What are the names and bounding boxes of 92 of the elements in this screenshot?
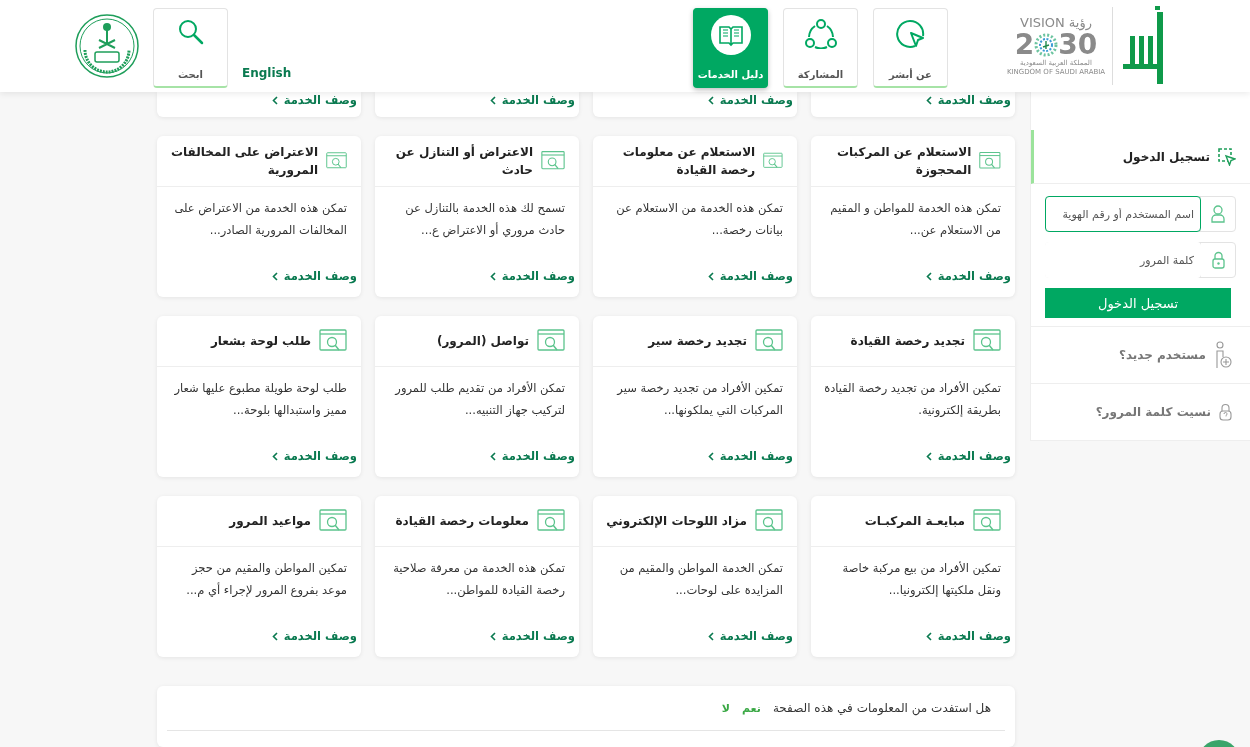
chevron-icon	[707, 95, 714, 105]
service-description-link[interactable]: وصف الخدمة	[925, 269, 1015, 297]
card-title: طلب لوحة بشعار	[210, 333, 311, 350]
login-title: تسجيل الدخول	[1122, 149, 1210, 164]
service-description-link[interactable]: وصف الخدمة	[271, 449, 361, 477]
card-title: معلومات رخصة القيادة	[395, 513, 529, 530]
service-search-icon	[755, 509, 783, 533]
service-search-icon	[537, 509, 565, 533]
cursor-select-icon	[1218, 147, 1236, 166]
chevron-icon	[707, 271, 714, 281]
chevron-icon	[271, 451, 278, 461]
login-field[interactable]: كلمة المرور	[1045, 242, 1236, 278]
card-description: تمكن الأفراد من تقديم طلب للمرور لتركيب جهاز التنبيه...	[393, 380, 566, 419]
book-icon	[710, 15, 751, 55]
chevron-icon	[271, 631, 278, 641]
chevron-icon	[489, 95, 496, 105]
share-nodes-icon	[804, 19, 837, 49]
card-description: طلب لوحة طويلة مطبوع عليها شعار مميز واستبدالها بلوحة...	[173, 380, 348, 419]
vision-year-text: 2	[1014, 31, 1035, 59]
chevron-icon	[489, 451, 496, 461]
service-description-link[interactable]: وصف الخدمة	[271, 269, 361, 297]
chevron-icon	[707, 631, 714, 641]
card-description: تمكن هذه الخدمة من الاعتراض على المخالفات المرورية الصادر...	[173, 200, 348, 239]
card-title: تجديد رخصة القيادة	[850, 333, 965, 350]
service-description-link[interactable]: وصف الخدمة	[707, 93, 797, 107]
card-description: تمكين الأفراد من تجديد رخصة سير المركبات التي يملكونها...	[615, 380, 784, 419]
chevron-icon	[271, 95, 278, 105]
feedback-question: هل استفدت من المعلومات في هذه الصفحة	[772, 701, 991, 715]
vision-logo-text: VISION	[1020, 15, 1065, 31]
service-description-link[interactable]: وصف الخدمة	[707, 269, 797, 297]
card-title: تجديد رخصة سير	[648, 333, 747, 350]
language-link[interactable]: English	[242, 66, 292, 80]
card-title: مبايعـة المركبـات	[864, 513, 965, 530]
service-search-icon	[973, 509, 1001, 533]
service-description-link[interactable]: وصف الخدمة	[271, 629, 361, 657]
vision-emblem-icon	[1034, 33, 1059, 57]
service-description-link[interactable]: وصف الخدمة	[489, 449, 579, 477]
lock-question-icon	[1219, 403, 1232, 421]
chevron-icon	[925, 271, 932, 281]
service-description-link[interactable]: وصف الخدمة	[271, 93, 361, 107]
card-description: تسمح لك هذه الخدمة بالتنازل عن حادث مروري أو الاعتراض ع...	[404, 200, 566, 240]
nav-tab[interactable]: المشاركة	[783, 8, 858, 88]
service-description-link[interactable]: وصف الخدمة	[707, 449, 797, 477]
card-description: تمكن هذه الخدمة للمواطن و المقيم من الاستعلام عن...	[829, 200, 1002, 239]
chevron-icon	[925, 95, 932, 105]
nav-tab[interactable]: دليل الخدمات	[693, 8, 768, 88]
account-link[interactable]: مستخدم جديد؟	[1031, 327, 1250, 384]
chevron-icon	[707, 451, 714, 461]
card-description: تمكين المواطن والمقيم من حجز موعد بفروع المرور لإجراء أي م...	[185, 560, 348, 599]
card-title: مزاد اللوحات الإلكتروني	[606, 513, 747, 530]
card-description: تمكين الأفراد من تجديد رخصة القيادة بطريقة إلكترونية.	[823, 380, 1002, 419]
service-description-link[interactable]: وصف الخدمة	[489, 269, 579, 297]
account-link[interactable]: نسيت كلمة المرور؟	[1031, 384, 1250, 441]
card-description: تمكن الخدمة المواطن والمقيم من المزايدة على لوحات...	[618, 560, 784, 599]
service-search-icon	[537, 329, 565, 353]
chevron-icon	[925, 451, 932, 461]
service-search-icon	[319, 509, 347, 533]
chevron-icon	[489, 631, 496, 641]
service-description-link[interactable]: وصف الخدمة	[925, 93, 1015, 107]
service-description-link[interactable]: وصف الخدمة	[925, 629, 1015, 657]
card-title: تواصل (المرور)	[436, 333, 529, 350]
service-description-link[interactable]: وصف الخدمة	[707, 629, 797, 657]
service-description-link[interactable]: وصف الخدمة	[489, 629, 579, 657]
service-search-icon	[755, 329, 783, 353]
pointer-circle-icon	[895, 19, 926, 49]
chevron-icon	[271, 271, 278, 281]
card-title: مواعيد المرور	[229, 513, 311, 530]
service-description-link[interactable]: وصف الخدمة	[925, 449, 1015, 477]
card-title: الاعتراض أو التنازل عن حادث	[394, 143, 533, 179]
service-description-link[interactable]: وصف الخدمة	[489, 93, 579, 107]
emblem-drawing	[75, 14, 139, 78]
card-description: تمكين الأفراد من بيع مركبة خاصة ونقل ملكيتها إلكترونيا...	[841, 560, 1002, 599]
no-button[interactable]: لا	[721, 701, 730, 715]
card-title: الاعتراض على المخالفات المرورية	[170, 144, 318, 179]
card-description: تمكن هذه الخدمة من معرفة صلاحية رخصة القيادة للمواطن...	[392, 560, 566, 599]
chevron-icon	[925, 631, 932, 641]
nav-tab[interactable]: عن أبشر	[873, 8, 948, 88]
search-button[interactable]: ابحث	[153, 8, 228, 88]
service-search-icon	[973, 329, 1001, 353]
vision-logo-text: رؤية	[1068, 15, 1092, 31]
lock-icon	[1211, 251, 1225, 269]
chevron-icon	[489, 271, 496, 281]
login-button[interactable]: تسجيل الدخول	[1045, 288, 1231, 318]
card-title: الاستعلام عن المركبات المحجوزة	[835, 144, 972, 179]
service-search-icon	[319, 329, 347, 353]
add-user-icon	[1214, 341, 1232, 369]
user-icon	[1211, 205, 1225, 223]
card-title: الاستعلام عن معلومات رخصة القيادة	[621, 144, 756, 179]
card-description: تمكن هذه الخدمة من الاستعلام عن بيانات رخصة...	[615, 200, 784, 239]
vision-year-text: 30	[1058, 31, 1098, 59]
yes-button[interactable]: نعم	[741, 701, 761, 715]
search-icon	[177, 19, 204, 45]
